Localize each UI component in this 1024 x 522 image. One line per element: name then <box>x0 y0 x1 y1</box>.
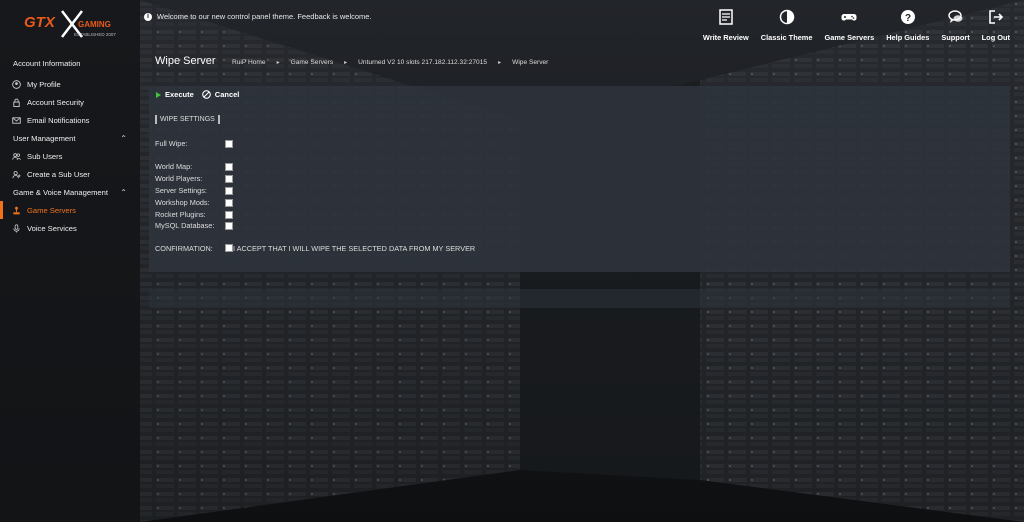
world-map-checkbox[interactable] <box>225 163 233 171</box>
play-icon <box>156 91 161 98</box>
cancel-label: Cancel <box>214 90 240 99</box>
nav-help-guides[interactable]: ? Help Guides <box>880 9 935 42</box>
chevron-up-icon: ⌃ <box>120 187 127 197</box>
world-players-label: World Players: <box>155 174 203 183</box>
confirmation-label: CONFIRMATION: <box>155 244 213 253</box>
lock-icon <box>13 98 20 107</box>
welcome-banner: i Welcome to our new control panel theme… <box>144 12 372 21</box>
mysql-database-label: MySQL Database: <box>155 221 215 230</box>
sidebar-item-voice-services[interactable]: Voice Services <box>0 219 140 237</box>
nav-game-servers[interactable]: Game Servers <box>819 9 881 42</box>
breadcrumb-separator: ▸ <box>498 60 502 66</box>
svg-text:GAMING: GAMING <box>78 20 111 29</box>
sidebar-heading-game-voice[interactable]: Game & Voice Management ⌃ <box>0 183 140 201</box>
nav-label: Log Out <box>981 33 1010 42</box>
rocket-plugins-checkbox[interactable] <box>225 211 233 219</box>
nav-classic-theme[interactable]: Classic Theme <box>755 9 819 42</box>
nav-write-review[interactable]: Write Review <box>697 9 755 42</box>
section-title-text: WIPE SETTINGS <box>160 116 215 123</box>
sidebar-item-email-notifications[interactable]: Email Notifications <box>0 111 140 129</box>
workshop-mods-label: Workshop Mods: <box>155 198 210 207</box>
section-bar <box>155 115 157 124</box>
sidebar-item-label: Create a Sub User <box>27 169 90 179</box>
nav-label: Support <box>941 33 970 42</box>
sidebar: Account Information My Profile Account S… <box>0 55 140 237</box>
section-bar <box>217 115 220 124</box>
section-title: WIPE SETTINGS <box>155 115 220 124</box>
sidebar-item-my-profile[interactable]: My Profile <box>0 75 140 93</box>
execute-label: Execute <box>165 90 194 99</box>
full-wipe-label: Full Wipe: <box>155 139 188 148</box>
review-icon <box>719 9 733 25</box>
server-settings-checkbox[interactable] <box>225 187 233 195</box>
sidebar-item-label: Voice Services <box>27 223 77 233</box>
chevron-up-icon: ⌃ <box>120 133 127 143</box>
users-icon <box>12 152 21 160</box>
mysql-database-checkbox[interactable] <box>225 222 233 230</box>
nav-label: Write Review <box>702 33 749 42</box>
footer-panel <box>149 289 1010 308</box>
sidebar-item-create-sub-user[interactable]: Create a Sub User <box>0 165 140 183</box>
nav-log-out[interactable]: Log Out <box>976 9 1016 42</box>
nav-label: Help Guides <box>886 33 930 42</box>
microphone-icon <box>13 223 20 233</box>
welcome-text: Welcome to our new control panel theme. … <box>157 12 372 21</box>
profile-icon <box>12 79 21 89</box>
joystick-icon <box>13 206 20 214</box>
breadcrumb-game-servers[interactable]: Game Servers <box>291 59 334 66</box>
world-players-checkbox[interactable] <box>225 175 233 183</box>
cancel-icon <box>201 90 211 99</box>
action-bar: Execute Cancel <box>156 90 239 99</box>
svg-text:GTX: GTX <box>24 14 56 31</box>
server-settings-label: Server Settings: <box>155 186 207 195</box>
sidebar-item-sub-users[interactable]: Sub Users <box>0 147 140 165</box>
rocket-plugins-label: Rocket Plugins: <box>155 210 206 219</box>
help-icon: ? <box>900 10 915 24</box>
confirmation-text: I ACCEPT THAT I WILL WIPE THE SELECTED D… <box>233 244 476 253</box>
contrast-icon <box>779 9 794 25</box>
cancel-button[interactable]: Cancel <box>201 90 240 99</box>
workshop-mods-checkbox[interactable] <box>225 199 233 207</box>
top-navigation: Write Review Classic Theme Game Servers … <box>697 9 1016 42</box>
sidebar-heading-user-management[interactable]: User Management ⌃ <box>0 129 140 147</box>
confirmation-checkbox[interactable] <box>225 244 233 252</box>
execute-button[interactable]: Execute <box>156 90 194 99</box>
nav-label: Classic Theme <box>760 33 813 42</box>
breadcrumb-server[interactable]: Unturned V2 10 slots 217.182.112.32:2701… <box>358 59 487 66</box>
full-wipe-checkbox[interactable] <box>225 140 233 148</box>
sidebar-item-label: Account Security <box>27 97 84 107</box>
mail-icon <box>12 116 21 124</box>
breadcrumb: RuiP Home ▸ Game Servers ▸ Unturned V2 1… <box>232 59 548 66</box>
sidebar-item-label: Email Notifications <box>27 115 90 125</box>
sidebar-item-label: Game Servers <box>27 205 76 215</box>
sidebar-item-account-security[interactable]: Account Security <box>0 93 140 111</box>
chat-icon <box>947 10 962 23</box>
gtx-logo[interactable]: GTX GAMING ESTABLISHED 2007 <box>22 7 122 43</box>
svg-text:ESTABLISHED 2007: ESTABLISHED 2007 <box>74 32 116 37</box>
svg-text:?: ? <box>905 13 911 24</box>
nav-label: Game Servers <box>824 33 875 42</box>
breadcrumb-home[interactable]: RuiP Home <box>232 59 266 66</box>
page-title: Wipe Server <box>155 55 216 67</box>
sidebar-item-label: My Profile <box>27 79 61 89</box>
world-map-label: World Map: <box>155 162 193 171</box>
breadcrumb-separator: ▸ <box>344 60 348 66</box>
sidebar-item-game-servers[interactable]: Game Servers <box>0 201 140 219</box>
logout-icon <box>989 10 1003 24</box>
breadcrumb-current: Wipe Server <box>512 59 549 66</box>
nav-support[interactable]: Support <box>935 9 975 42</box>
add-user-icon <box>12 170 21 178</box>
gamepad-icon <box>841 14 857 21</box>
breadcrumb-separator: ▸ <box>276 60 280 66</box>
sidebar-item-label: Sub Users <box>27 151 63 161</box>
sidebar-heading-account: Account Information <box>13 58 81 68</box>
info-icon: i <box>144 12 152 21</box>
